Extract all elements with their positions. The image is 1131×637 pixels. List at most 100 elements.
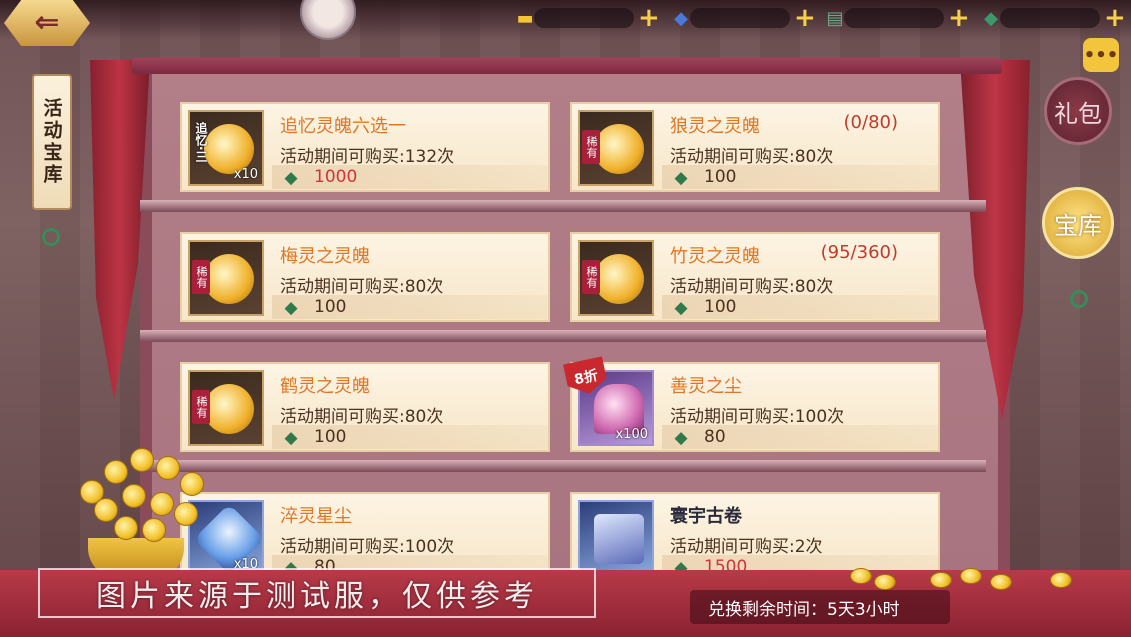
coin-icon — [94, 498, 118, 522]
item-price: 100 — [314, 427, 347, 447]
item-name: 寰宇古卷 — [670, 506, 742, 527]
coin-icon — [930, 572, 952, 588]
jade-token-icon: ◆ — [284, 298, 298, 318]
coin-icon — [122, 484, 146, 508]
purchase-limit: 活动期间可购买:80次 — [280, 277, 444, 297]
back-button[interactable]: ⇐ — [4, 0, 90, 46]
money-tree-decoration — [70, 440, 230, 580]
purchase-limit: 活动期间可购买:132次 — [280, 147, 455, 167]
resource-scroll: ▤ + — [822, 5, 970, 31]
thumb-label: 追忆·三 — [194, 122, 208, 163]
shelf-divider — [140, 330, 986, 342]
coin-icon — [990, 574, 1012, 590]
resource-scroll-value — [844, 8, 944, 28]
rare-badge: 稀有 — [582, 130, 600, 164]
resource-crystal-value — [690, 8, 790, 28]
item-price: 100 — [704, 167, 737, 187]
item-stock: (0/80) — [843, 112, 898, 133]
shop-item-card[interactable]: 寰宇古卷 活动期间可购买:2次 ◆ 1500 — [570, 492, 940, 582]
shop-item-card[interactable]: 稀有 梅灵之灵魄 活动期间可购买:80次 ◆ 100 — [180, 232, 550, 322]
countdown-value: 5天3小时 — [827, 599, 900, 620]
jade-token-icon: ◆ — [674, 298, 688, 318]
item-thumbnail — [578, 500, 654, 576]
item-name: 善灵之尘 — [670, 376, 742, 397]
purchase-limit: 活动期间可购买:80次 — [670, 277, 834, 297]
item-thumbnail: 稀有 — [188, 240, 264, 316]
coin-icon — [104, 460, 128, 484]
shelf-divider — [140, 200, 986, 212]
item-name: 追忆灵魄六选一 — [280, 116, 406, 137]
shop-item-card[interactable]: 追忆·三 x10 追忆灵魄六选一 活动期间可购买:132次 ◆ 1000 — [180, 102, 550, 192]
purchase-limit: 活动期间可购买:100次 — [670, 407, 845, 427]
resource-gold-value — [534, 8, 634, 28]
jade-token-icon: ◆ — [674, 428, 688, 448]
purchase-limit: 活动期间可购买:80次 — [280, 407, 444, 427]
shop-item-card[interactable]: 稀有 狼灵之灵魄 (0/80) 活动期间可购买:80次 ◆ 100 — [570, 102, 940, 192]
rare-badge: 稀有 — [192, 260, 210, 294]
chat-bubble-icon: ••• — [1083, 44, 1119, 66]
coin-icon — [130, 448, 154, 472]
rare-badge: 稀有 — [582, 260, 600, 294]
treasury-label: 宝库 — [1054, 211, 1102, 240]
shop-item-card[interactable]: 稀有 竹灵之灵魄 (95/360) 活动期间可购买:80次 ◆ 100 — [570, 232, 940, 322]
gift-pack-label: 礼包 — [1054, 99, 1102, 128]
purchase-limit: 活动期间可购买:80次 — [670, 147, 834, 167]
purchase-limit: 活动期间可购买:100次 — [280, 537, 455, 557]
coin-icon — [1050, 572, 1072, 588]
coin-icon — [156, 456, 180, 480]
rare-badge: 稀有 — [192, 390, 210, 424]
wolf-spirit-orb-icon — [594, 124, 644, 174]
treasury-button[interactable]: 宝库 — [1042, 187, 1114, 259]
item-name: 淬灵星尘 — [280, 506, 352, 527]
exchange-countdown: 兑换剩余时间： 5天3小时 — [690, 590, 950, 624]
item-thumbnail: 稀有 — [578, 240, 654, 316]
coin-icon — [142, 518, 166, 542]
add-gold-button[interactable]: + — [638, 5, 660, 31]
item-quantity: x10 — [233, 167, 258, 182]
chat-button[interactable]: ••• — [1083, 38, 1119, 72]
watermark-text: 图片来源于测试服，仅供参考 — [96, 579, 538, 614]
coin-icon — [874, 574, 896, 590]
item-quantity: x100 — [615, 427, 648, 442]
plum-spirit-orb-icon — [204, 254, 254, 304]
cabinet-top-beam — [132, 58, 1002, 74]
jade-token-icon: ◆ — [674, 168, 688, 188]
jade-token-icon: ◆ — [284, 428, 298, 448]
jade-knot-decoration — [42, 228, 60, 246]
jade-token-icon: ◆ — [284, 168, 298, 188]
add-crystal-button[interactable]: + — [794, 5, 816, 31]
coin-icon — [150, 492, 174, 516]
shelf-divider — [140, 460, 986, 472]
coin-icon — [180, 472, 204, 496]
test-server-watermark: 图片来源于测试服，仅供参考 — [38, 568, 596, 618]
item-name: 鹤灵之灵魄 — [280, 376, 370, 397]
add-scroll-button[interactable]: + — [948, 5, 970, 31]
ancient-scroll-icon — [594, 514, 644, 564]
back-arrow-icon: ⇐ — [34, 5, 60, 40]
item-price: 80 — [704, 427, 726, 447]
activity-treasury-label: 活动宝库 — [40, 98, 63, 186]
add-jade-button[interactable]: + — [1104, 5, 1126, 31]
item-name: 梅灵之灵魄 — [280, 246, 370, 267]
resource-crystal: ◆ + — [668, 5, 816, 31]
coin-icon — [850, 568, 872, 584]
crane-spirit-orb-icon — [204, 384, 254, 434]
countdown-label: 兑换剩余时间： — [708, 599, 827, 620]
item-thumbnail: 追忆·三 x10 — [188, 110, 264, 186]
item-price: 100 — [704, 297, 737, 317]
shop-item-card[interactable]: x100 8折 善灵之尘 活动期间可购买:100次 ◆ 80 — [570, 362, 940, 452]
item-thumbnail: 稀有 — [578, 110, 654, 186]
item-price: 100 — [314, 297, 347, 317]
coin-icon — [174, 502, 198, 526]
shop-item-card[interactable]: 稀有 鹤灵之灵魄 活动期间可购买:80次 ◆ 100 — [180, 362, 550, 452]
item-thumbnail: 稀有 — [188, 370, 264, 446]
gift-pack-button[interactable]: 礼包 — [1044, 77, 1112, 145]
item-name: 狼灵之灵魄 — [670, 116, 760, 137]
purchase-limit: 活动期间可购买:2次 — [670, 537, 823, 557]
activity-treasury-tab[interactable]: 活动宝库 — [32, 74, 72, 210]
item-stock: (95/360) — [820, 242, 898, 263]
resource-jade: ◆ + — [978, 5, 1126, 31]
coin-icon — [960, 568, 982, 584]
item-price: 1000 — [314, 167, 358, 187]
jade-knot-decoration — [1070, 290, 1088, 308]
